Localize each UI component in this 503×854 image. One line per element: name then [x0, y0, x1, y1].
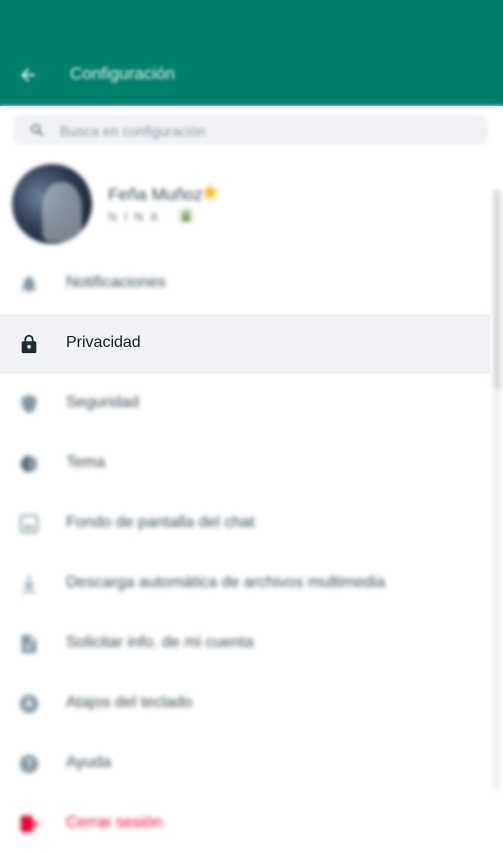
- menu-item-label: Privacidad: [66, 334, 141, 351]
- logout-icon: [20, 815, 39, 833]
- menu-item-notificaciones[interactable]: Notificaciones: [0, 254, 490, 314]
- menu-item-label: Atajos del teclado: [66, 694, 193, 711]
- menu-item-atajos[interactable]: Atajos del teclado: [0, 674, 490, 734]
- bell-icon: [21, 275, 37, 294]
- app-header: Configuración: [0, 0, 503, 106]
- menu-item-label: Solicitar info. de mi cuenta: [66, 634, 254, 651]
- header-bar: Configuración: [0, 52, 503, 98]
- wallpaper-icon: [19, 514, 39, 534]
- menu-item-ayuda[interactable]: Ayuda: [0, 734, 490, 794]
- menu-item-label: Fondo de pantalla del chat: [66, 514, 255, 531]
- menu-item-label: Ayuda: [66, 754, 112, 771]
- star-icon: [201, 183, 219, 200]
- arrow-left-icon[interactable]: [18, 65, 38, 85]
- menu-item-tema[interactable]: Tema: [0, 434, 490, 494]
- search-icon: [31, 124, 43, 136]
- lock-icon: [21, 334, 37, 354]
- menu-item-label: Descarga automática de archivos multimed…: [66, 574, 386, 591]
- help-icon: [19, 754, 39, 774]
- page-title: Configuración: [70, 64, 175, 83]
- keyboard-icon: [19, 694, 39, 714]
- menu-item-fondo[interactable]: Fondo de pantalla del chat: [0, 494, 490, 554]
- document-icon: [21, 634, 37, 654]
- profile-name: Feña Muñoz: [108, 185, 203, 204]
- menu-item-cerrar-sesion[interactable]: Cerrar sesión: [0, 794, 490, 854]
- menu-item-label: Cerrar sesión: [66, 814, 163, 831]
- menu-item-label: Seguridad: [66, 394, 139, 411]
- profile-row[interactable]: Feña Muñoz N I N A: [0, 156, 490, 252]
- theme-icon: [20, 455, 38, 473]
- download-icon: [22, 575, 36, 593]
- search-input[interactable]: [58, 120, 472, 142]
- scrollbar-thumb[interactable]: [493, 190, 501, 390]
- avatar[interactable]: [12, 164, 92, 244]
- profile-about: N I N A: [108, 210, 161, 224]
- menu-item-label: Tema: [66, 454, 106, 471]
- lock-icon: [178, 208, 194, 224]
- menu-item-descarga[interactable]: Descarga automática de archivos multimed…: [0, 554, 490, 614]
- search-box[interactable]: [14, 115, 488, 145]
- menu-item-privacidad[interactable]: Privacidad: [0, 314, 490, 374]
- settings-menu: Notificaciones Privacidad Seguridad Tema…: [0, 254, 490, 854]
- shield-icon: [21, 394, 37, 414]
- scrollbar[interactable]: [493, 190, 501, 790]
- menu-item-label: Notificaciones: [66, 274, 166, 291]
- menu-item-seguridad[interactable]: Seguridad: [0, 374, 490, 434]
- search-bar: [0, 106, 503, 154]
- menu-item-solicitar-info[interactable]: Solicitar info. de mi cuenta: [0, 614, 490, 674]
